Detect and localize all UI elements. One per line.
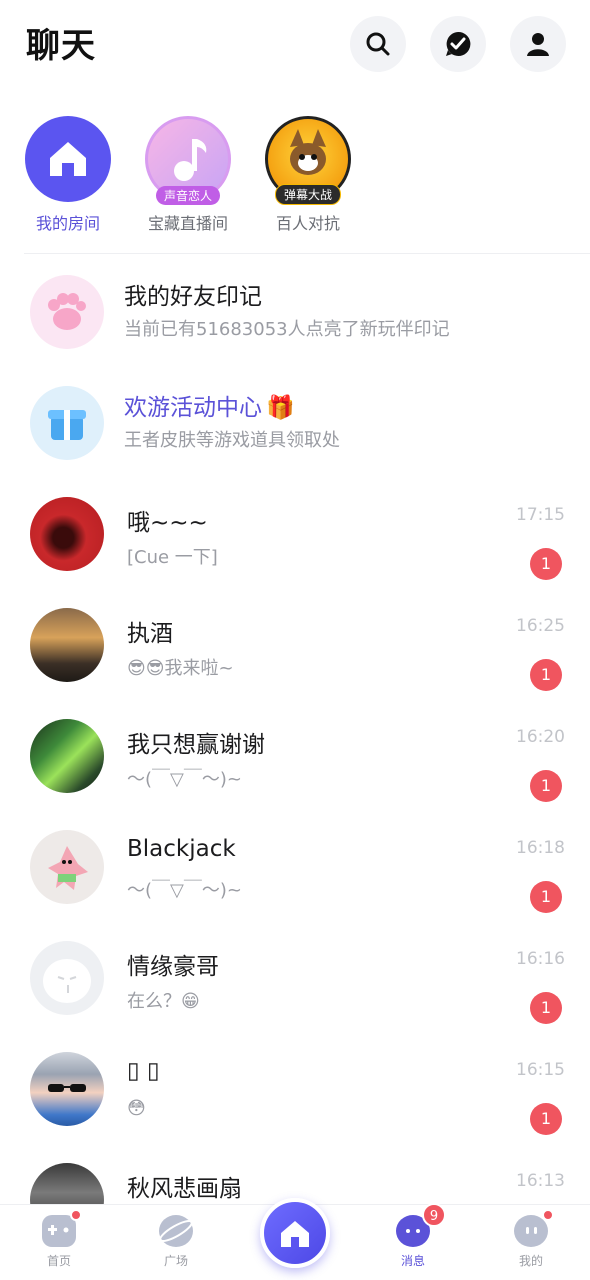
gamepad-icon: [42, 1209, 82, 1247]
quick-label: 我的房间: [35, 214, 100, 233]
activity-center-row[interactable]: 欢游活动中心 🎁 王者皮肤等游戏道具领取处: [0, 366, 590, 477]
nav-home[interactable]: 首页: [19, 1209, 99, 1269]
chat-bubble-icon: 9: [396, 1203, 446, 1247]
nav-messages[interactable]: 9 消息: [373, 1203, 453, 1269]
chat-name: 哦~~~: [127, 510, 208, 536]
row-title: 我的好友印记: [124, 284, 262, 310]
chat-time: 16:13: [516, 1171, 565, 1191]
search-button[interactable]: [350, 16, 406, 72]
row-subtitle: 王者皮肤等游戏道具领取处: [124, 430, 340, 451]
planet-icon: [159, 1215, 193, 1247]
check-button[interactable]: [430, 16, 486, 72]
nav-label: 我的: [518, 1254, 543, 1268]
chat-time: 16:15: [516, 1060, 565, 1080]
chat-name: 情缘豪哥: [127, 954, 219, 980]
nav-me[interactable]: 我的: [491, 1209, 571, 1269]
message-count-badge: 9: [422, 1203, 446, 1227]
chat-name: 秋风悲画扇: [127, 1176, 242, 1202]
chat-preview: 😳: [127, 1098, 146, 1119]
unread-badge: 1: [530, 770, 562, 802]
page-title: 聊天: [26, 26, 96, 66]
face-icon: [514, 1209, 554, 1247]
chat-name: 我只想赢谢谢: [127, 732, 265, 758]
quick-badge: 声音恋人: [155, 186, 221, 205]
avatar: [30, 830, 104, 904]
chat-row[interactable]: ▯ ▯ 😳 16:15 1: [0, 1032, 590, 1143]
check-circle-icon: [446, 31, 471, 56]
chat-time: 16:18: [516, 838, 565, 858]
red-dot: [542, 1209, 554, 1221]
unread-badge: 1: [530, 881, 562, 913]
row-subtitle: 当前已有51683053人点亮了新玩伴印记: [124, 319, 450, 340]
unread-badge: 1: [530, 659, 562, 691]
chat-row[interactable]: 情缘豪哥 在么？😁 16:16 1: [0, 921, 590, 1032]
row-title: 欢游活动中心 🎁: [124, 388, 295, 422]
center-home-button[interactable]: [260, 1198, 330, 1268]
gift-box-icon: [30, 386, 104, 460]
avatar: [30, 497, 104, 571]
nav-label: 广场: [163, 1254, 188, 1268]
unread-badge: 1: [530, 1103, 562, 1135]
red-dot: [70, 1209, 82, 1221]
home-icon: [281, 1221, 309, 1247]
cat-mascot-icon: 弹幕大战: [265, 116, 351, 205]
avatar: [30, 608, 104, 682]
music-note-icon: 声音恋人: [145, 116, 231, 205]
unread-badge: 1: [530, 548, 562, 580]
quick-label: 百人对抗: [275, 214, 340, 233]
chat-preview: [Cue 一下]: [127, 547, 218, 568]
chat-name: 执酒: [127, 621, 173, 647]
chat-preview: ～(￣▽￣～)~: [127, 769, 242, 790]
header: 聊天: [0, 0, 590, 90]
chat-row[interactable]: 执酒 😎😎我来啦~ 16:25 1: [0, 588, 590, 699]
nav-square[interactable]: 广场: [136, 1215, 216, 1269]
chat-time: 16:16: [516, 949, 565, 969]
quick-my-room[interactable]: 我的房间: [3, 116, 133, 234]
quick-treasure-live[interactable]: 声音恋人 宝藏直播间: [123, 116, 253, 234]
quick-hundred-battle[interactable]: 弹幕大战 百人对抗: [243, 116, 373, 234]
quick-label: 宝藏直播间: [147, 214, 228, 233]
avatar: [30, 719, 104, 793]
search-icon: [366, 32, 390, 56]
chat-preview: 在么？😁: [127, 991, 200, 1012]
chat-name: ▯ ▯: [127, 1058, 160, 1084]
chat-name: Blackjack: [127, 836, 236, 862]
quick-badge: 弹幕大战: [274, 184, 342, 205]
nav-label: 消息: [400, 1254, 425, 1268]
quick-access-row: 我的房间 声音恋人 宝藏直播间 弹幕大战 百人对抗: [0, 116, 590, 246]
unread-badge: 1: [530, 992, 562, 1024]
chat-time: 17:15: [516, 505, 565, 525]
chat-preview: 😎😎我来啦~: [127, 658, 234, 679]
gift-emoji-icon: 🎁: [266, 395, 295, 421]
chat-row[interactable]: Blackjack ～(￣▽￣～)~ 16:18 1: [0, 810, 590, 921]
divider: [24, 253, 590, 254]
friend-imprint-row[interactable]: 我的好友印记 当前已有51683053人点亮了新玩伴印记: [0, 255, 590, 366]
profile-button[interactable]: [510, 16, 566, 72]
nav-label: 首页: [46, 1254, 71, 1268]
avatar: [30, 1052, 104, 1126]
paw-icon: [30, 275, 104, 349]
home-icon: [25, 116, 111, 202]
chat-row[interactable]: 我只想赢谢谢 ～(￣▽￣～)~ 16:20 1: [0, 699, 590, 810]
activity-title: 欢游活动中心: [124, 395, 262, 421]
person-icon: [527, 33, 549, 56]
chat-time: 16:25: [516, 616, 565, 636]
chat-row[interactable]: 哦~~~ [Cue 一下] 17:15 1: [0, 477, 590, 588]
chat-time: 16:20: [516, 727, 565, 747]
chat-preview: ～(￣▽￣～)~: [127, 880, 242, 901]
avatar: [30, 941, 104, 1015]
